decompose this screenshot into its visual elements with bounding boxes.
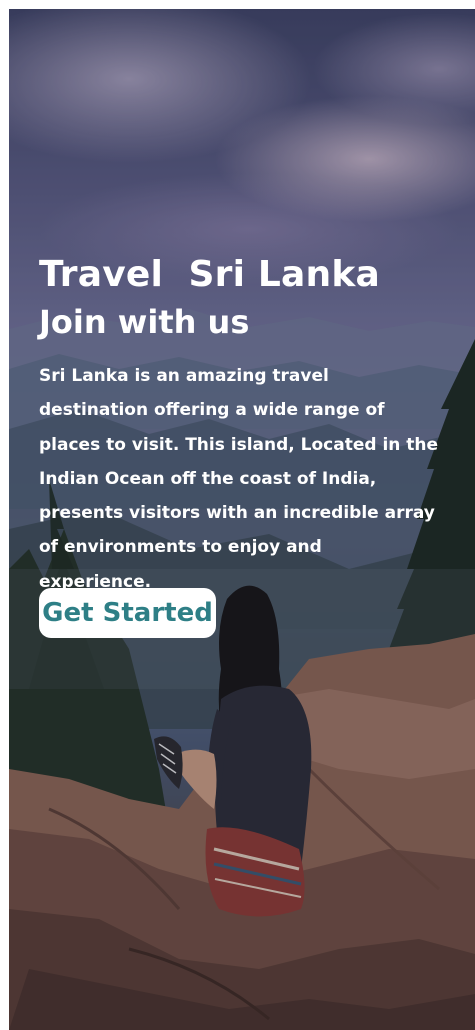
app-frame: Travel Sri Lanka Join with us Sri Lanka … [9, 9, 475, 1030]
hero-title: Travel Sri Lanka [39, 254, 380, 295]
hero-subtitle: Join with us [39, 303, 250, 341]
get-started-button[interactable]: Get Started [39, 588, 216, 638]
hero-description: Sri Lanka is an amazing travel destinati… [39, 366, 439, 592]
